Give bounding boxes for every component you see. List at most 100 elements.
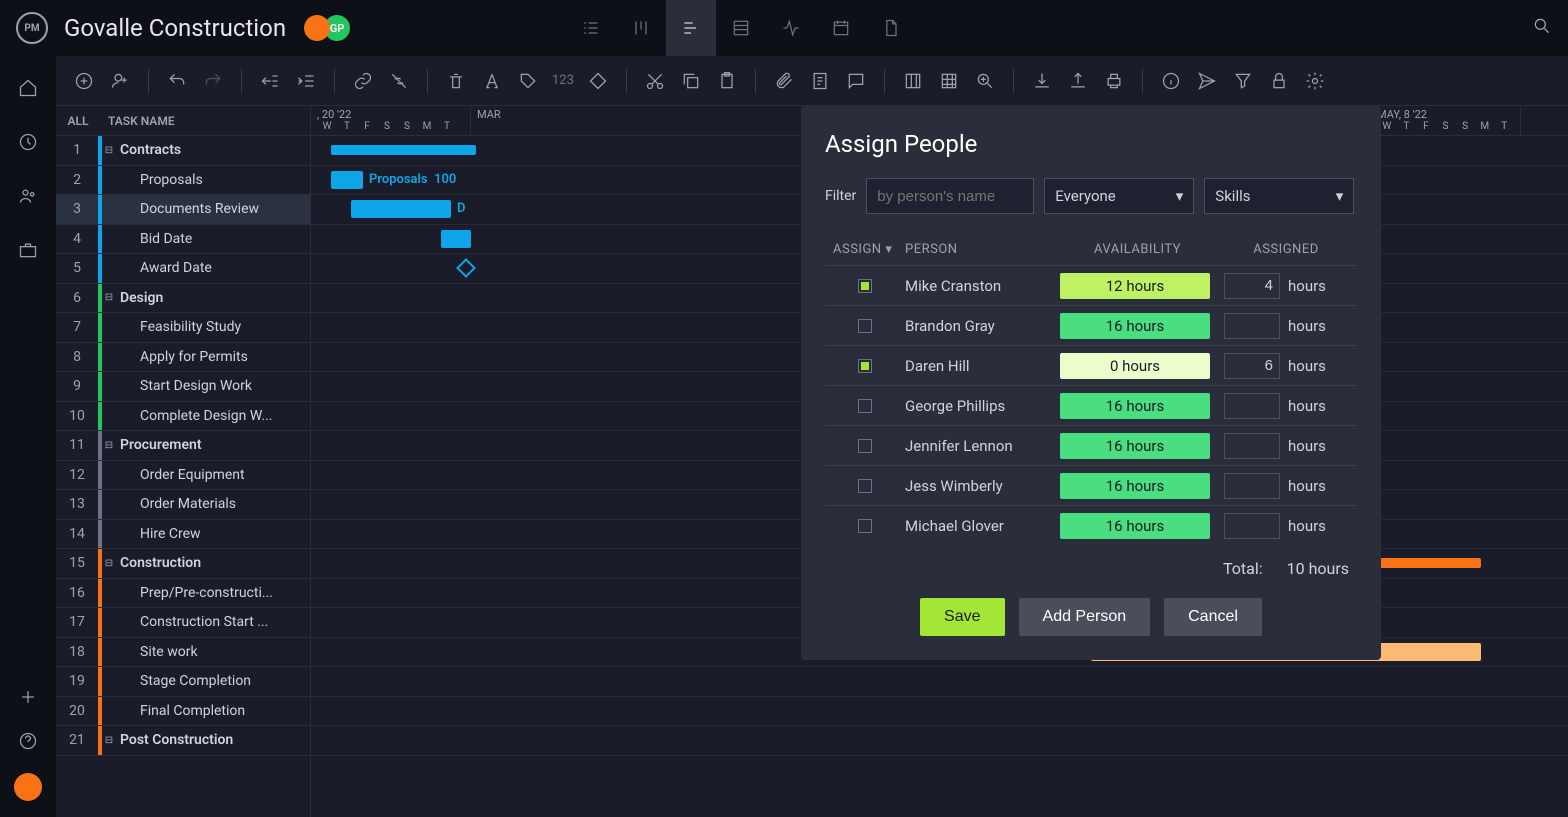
expand-icon[interactable]: ⊟ xyxy=(102,440,116,451)
redo-icon[interactable] xyxy=(201,69,225,93)
assigned-hours-input[interactable] xyxy=(1224,353,1280,379)
cut-icon[interactable] xyxy=(643,69,667,93)
cancel-button[interactable]: Cancel xyxy=(1164,598,1262,636)
assigned-hours-input[interactable] xyxy=(1224,313,1280,339)
task-row[interactable]: 9 Start Design Work xyxy=(56,372,310,402)
assigned-hours-input[interactable] xyxy=(1224,393,1280,419)
view-calendar-icon[interactable] xyxy=(816,0,866,56)
settings-icon[interactable] xyxy=(1303,69,1327,93)
expand-icon[interactable]: ⊟ xyxy=(102,145,116,156)
task-row[interactable]: 15 ⊟ Construction xyxy=(56,549,310,579)
assigned-hours-input[interactable] xyxy=(1224,433,1280,459)
current-user-avatar[interactable] xyxy=(14,773,42,801)
tag-icon[interactable] xyxy=(516,69,540,93)
task-row[interactable]: 18 Site work xyxy=(56,638,310,668)
assigned-hours-input[interactable] xyxy=(1224,273,1280,299)
grid-icon[interactable] xyxy=(937,69,961,93)
assign-checkbox[interactable] xyxy=(858,319,872,333)
search-icon[interactable] xyxy=(1532,16,1552,40)
task-row[interactable]: 2 Proposals xyxy=(56,166,310,196)
task-row[interactable]: 10 Complete Design W... xyxy=(56,402,310,432)
copy-icon[interactable] xyxy=(679,69,703,93)
expand-icon[interactable]: ⊟ xyxy=(102,735,116,746)
add-icon[interactable] xyxy=(16,685,40,709)
assign-checkbox[interactable] xyxy=(858,519,872,533)
info-icon[interactable] xyxy=(1159,69,1183,93)
task-row[interactable]: 20 Final Completion xyxy=(56,697,310,727)
view-sheet-icon[interactable] xyxy=(716,0,766,56)
assign-checkbox[interactable] xyxy=(858,399,872,413)
add-person-button[interactable]: Add Person xyxy=(1019,598,1151,636)
indent-icon[interactable] xyxy=(294,69,318,93)
columns-icon[interactable] xyxy=(901,69,925,93)
assigned-hours-input[interactable] xyxy=(1224,473,1280,499)
assigned-hours-input[interactable] xyxy=(1224,513,1280,539)
view-file-icon[interactable] xyxy=(866,0,916,56)
filter-icon[interactable] xyxy=(1231,69,1255,93)
unlink-icon[interactable] xyxy=(387,69,411,93)
add-circle-icon[interactable] xyxy=(72,69,96,93)
text-icon[interactable] xyxy=(480,69,504,93)
task-row[interactable]: 14 Hire Crew xyxy=(56,520,310,550)
view-board-icon[interactable] xyxy=(616,0,666,56)
filter-name-input[interactable] xyxy=(866,178,1034,214)
task-row[interactable]: 13 Order Materials xyxy=(56,490,310,520)
task-row[interactable]: 19 Stage Completion xyxy=(56,667,310,697)
help-icon[interactable] xyxy=(16,729,40,753)
view-list-icon[interactable] xyxy=(566,0,616,56)
team-icon[interactable] xyxy=(16,184,40,208)
send-icon[interactable] xyxy=(1195,69,1219,93)
app-logo[interactable]: PM xyxy=(16,12,48,44)
expand-icon[interactable]: ⊟ xyxy=(102,292,116,303)
save-button[interactable]: Save xyxy=(920,598,1004,636)
user-avatars[interactable]: GP xyxy=(310,15,350,41)
add-person-icon[interactable] xyxy=(108,69,132,93)
export-icon[interactable] xyxy=(1066,69,1090,93)
lock-icon[interactable] xyxy=(1267,69,1291,93)
task-row[interactable]: 8 Apply for Permits xyxy=(56,343,310,373)
undo-icon[interactable] xyxy=(165,69,189,93)
attachment-icon[interactable] xyxy=(772,69,796,93)
outdent-icon[interactable] xyxy=(258,69,282,93)
th-assign[interactable]: ASSIGN ▾ xyxy=(825,242,905,257)
task-row[interactable]: 12 Order Equipment xyxy=(56,461,310,491)
filter-skills-select[interactable]: Skills▾ xyxy=(1204,178,1354,214)
diamond-icon[interactable] xyxy=(586,69,610,93)
task-row[interactable]: 3 Documents Review xyxy=(56,195,310,225)
recent-icon[interactable] xyxy=(16,130,40,154)
task-row[interactable]: 11 ⊟ Procurement xyxy=(56,431,310,461)
task-row[interactable]: 17 Construction Start ... xyxy=(56,608,310,638)
task-row[interactable]: 16 Prep/Pre-constructi... xyxy=(56,579,310,609)
column-all[interactable]: ALL xyxy=(56,114,100,128)
assign-checkbox[interactable] xyxy=(858,479,872,493)
column-task-name[interactable]: TASK NAME xyxy=(100,114,175,128)
task-row[interactable]: 21 ⊟ Post Construction xyxy=(56,726,310,756)
expand-icon[interactable]: ⊟ xyxy=(102,558,116,569)
view-gantt-icon[interactable] xyxy=(666,0,716,56)
task-row[interactable]: 5 Award Date xyxy=(56,254,310,284)
gantt-chart[interactable]: , 20 '22 WTFSSMT MAR APR, 24 '22 WTFSSMT… xyxy=(311,106,1568,817)
task-row[interactable]: 1 ⊟ Contracts xyxy=(56,136,310,166)
print-icon[interactable] xyxy=(1102,69,1126,93)
delete-icon[interactable] xyxy=(444,69,468,93)
assign-checkbox[interactable] xyxy=(858,359,872,373)
paste-icon[interactable] xyxy=(715,69,739,93)
assign-checkbox[interactable] xyxy=(858,279,872,293)
task-row[interactable]: 6 ⊟ Design xyxy=(56,284,310,314)
assign-checkbox[interactable] xyxy=(858,439,872,453)
view-activity-icon[interactable] xyxy=(766,0,816,56)
comment-icon[interactable] xyxy=(844,69,868,93)
link-icon[interactable] xyxy=(351,69,375,93)
filter-group-select[interactable]: Everyone▾ xyxy=(1044,178,1194,214)
zoom-icon[interactable] xyxy=(973,69,997,93)
home-icon[interactable] xyxy=(16,76,40,100)
import-icon[interactable] xyxy=(1030,69,1054,93)
avatar-user-1[interactable] xyxy=(304,15,330,41)
briefcase-icon[interactable] xyxy=(16,238,40,262)
task-row[interactable]: 4 Bid Date xyxy=(56,225,310,255)
th-person[interactable]: PERSON xyxy=(905,242,1060,257)
note-icon[interactable] xyxy=(808,69,832,93)
th-availability[interactable]: AVAILABILITY xyxy=(1060,242,1215,257)
th-assigned[interactable]: ASSIGNED xyxy=(1215,242,1357,257)
task-row[interactable]: 7 Feasibility Study xyxy=(56,313,310,343)
